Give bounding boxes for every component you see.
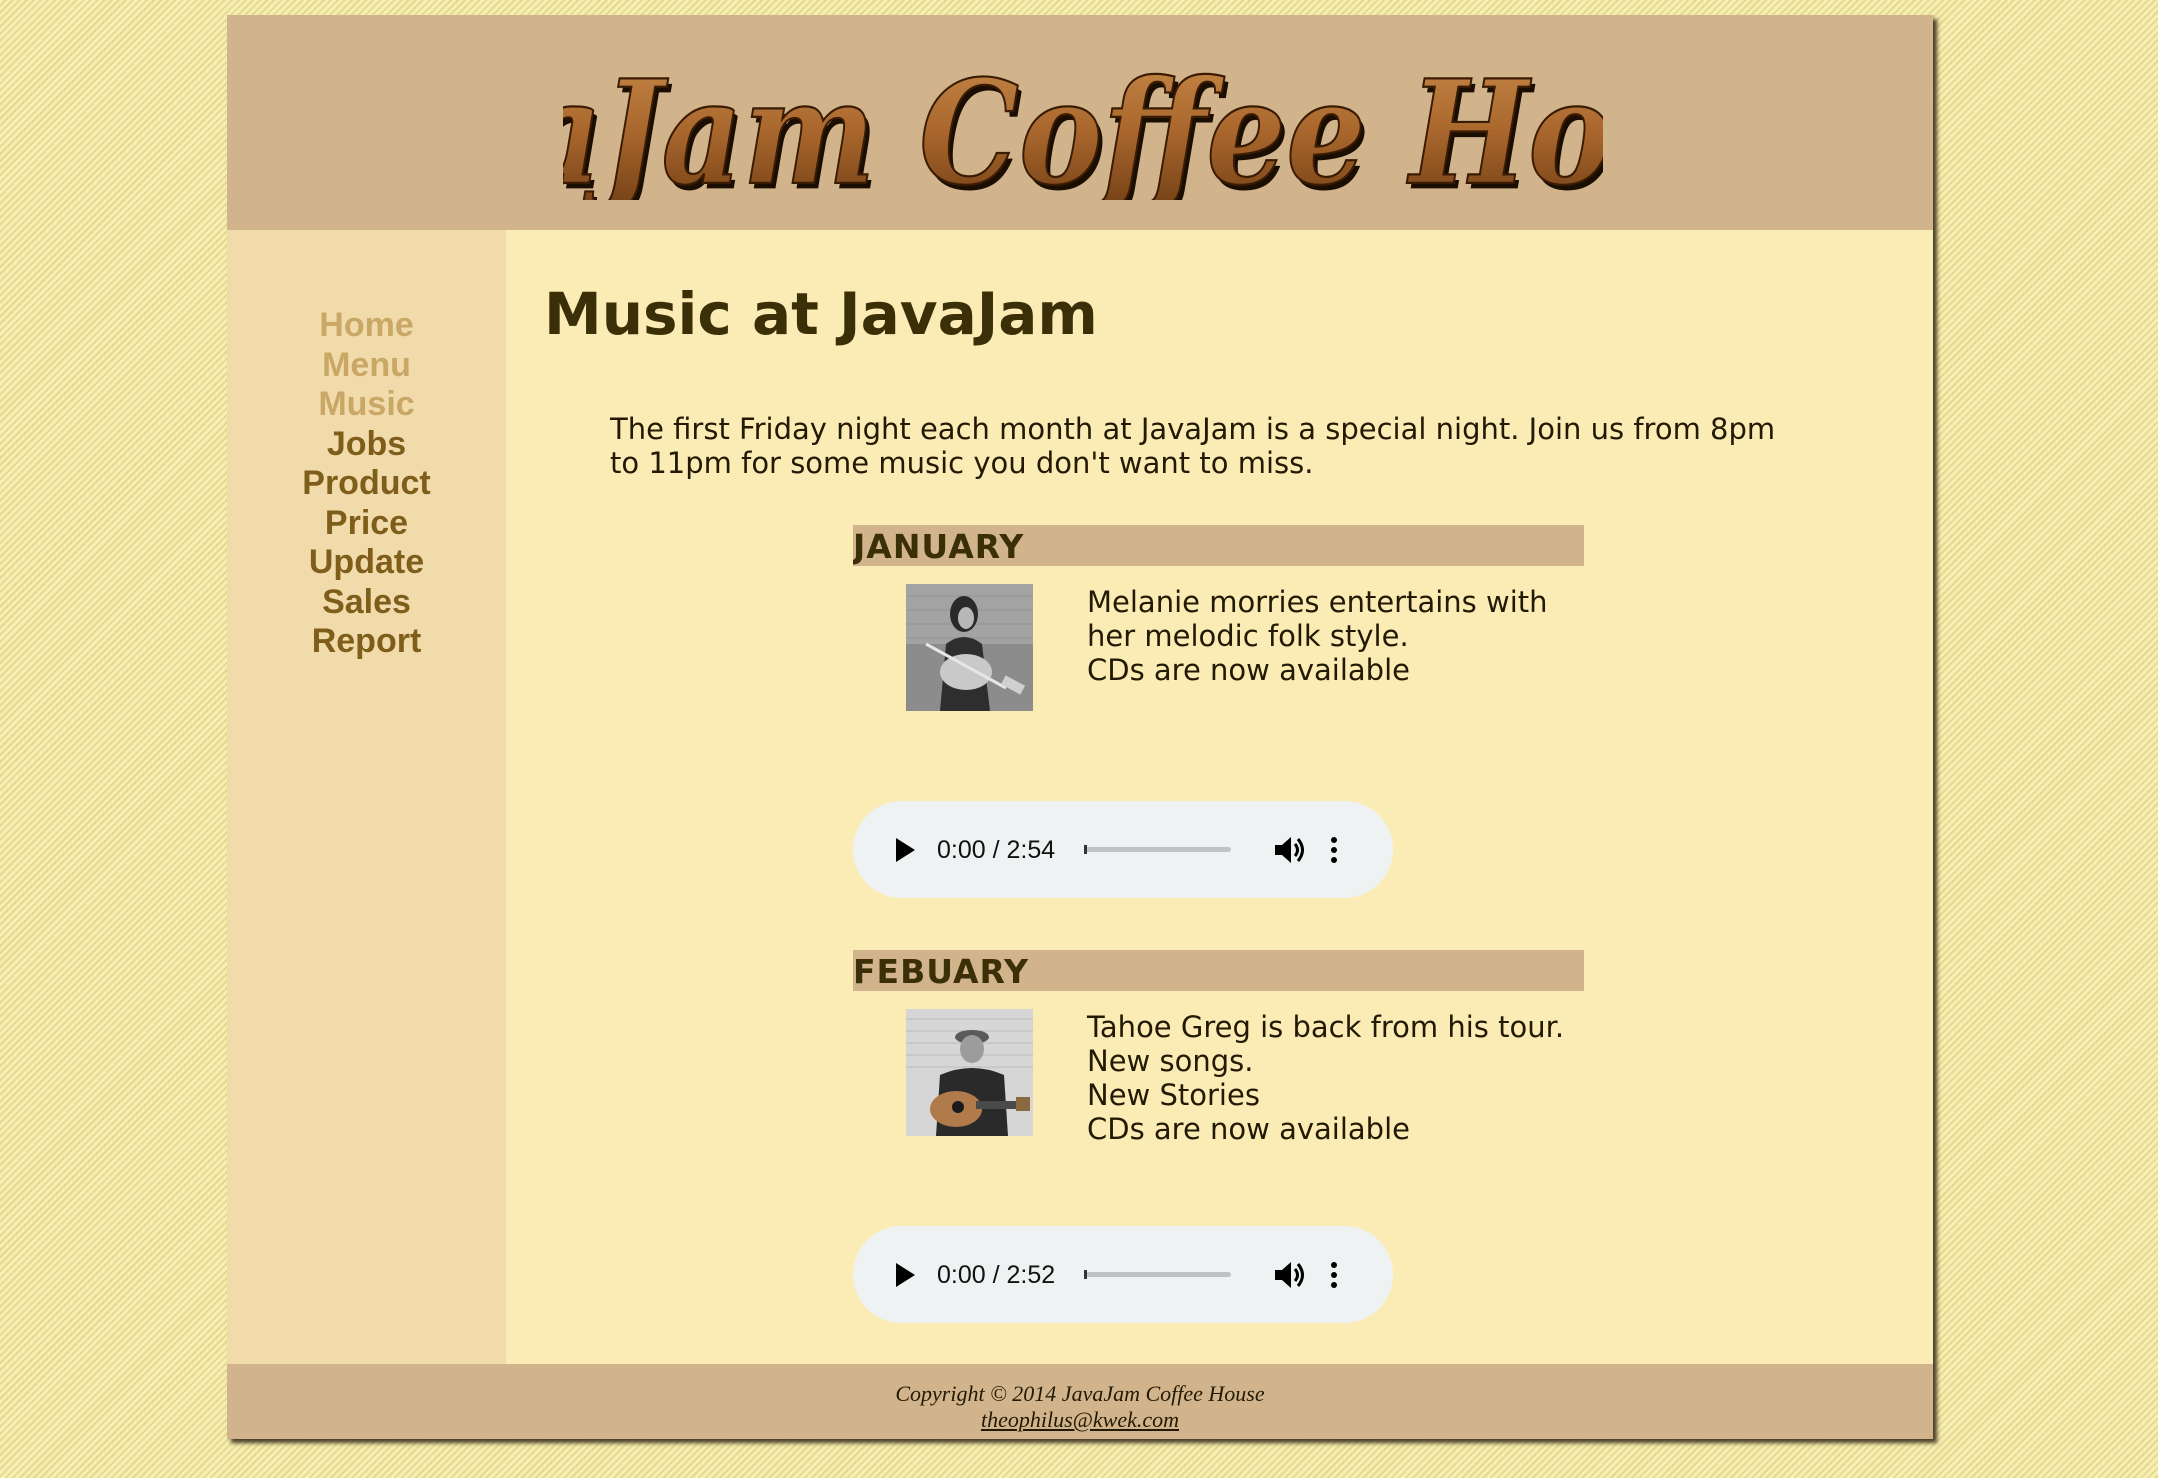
event-line: New songs. — [1087, 1044, 1254, 1078]
seek-thumb[interactable] — [1084, 1270, 1087, 1279]
event-line: New Stories — [1087, 1078, 1260, 1112]
seek-slider[interactable] — [1084, 1270, 1231, 1279]
event-line: Melanie morries entertains with — [1087, 585, 1548, 619]
more-options-icon[interactable] — [1329, 1260, 1339, 1290]
nav-list: Home Menu Music Jobs Product Price Updat… — [227, 230, 506, 662]
main-content: Music at JavaJam The first Friday night … — [506, 230, 1933, 1364]
audio-time: 0:00 / 2:52 — [937, 1261, 1056, 1289]
guitarist-photo-icon — [906, 584, 1033, 711]
play-icon[interactable] — [893, 1262, 917, 1288]
audio-player-febuary[interactable]: 0:00 / 2:52 — [853, 1226, 1393, 1323]
nav-link-report[interactable]: Report — [227, 622, 506, 662]
nav-link-price[interactable]: Price — [227, 504, 506, 544]
intro-paragraph: The first Friday night each month at Jav… — [610, 412, 1776, 480]
seek-thumb[interactable] — [1084, 845, 1087, 854]
month-heading-febuary: FEBUARY — [853, 950, 1584, 991]
audio-time: 0:00 / 2:54 — [937, 836, 1056, 864]
event-line: CDs are now available — [1087, 1112, 1410, 1146]
nav-link-music[interactable]: Music — [227, 385, 506, 425]
event-line: Tahoe Greg is back from his tour. — [1087, 1010, 1565, 1044]
site-logo: JavaJam Coffee House JavaJam Coffee Hous… — [563, 48, 1603, 200]
month-heading-january: JANUARY — [853, 525, 1584, 566]
seek-slider[interactable] — [1084, 845, 1231, 854]
footer-email: theophilus@kwek.com — [227, 1407, 1933, 1433]
nav-link-sales[interactable]: Sales — [227, 583, 506, 623]
copyright-text: Copyright © 2014 JavaJam Coffee House — [895, 1381, 1265, 1406]
site-header: JavaJam Coffee House JavaJam Coffee Hous… — [227, 15, 1933, 230]
nav-link-product[interactable]: Product — [227, 464, 506, 504]
guitarist-photo-icon — [906, 1009, 1033, 1136]
event-line: her melodic folk style. — [1087, 619, 1409, 653]
volume-icon[interactable] — [1273, 834, 1307, 866]
nav-link-jobs[interactable]: Jobs — [227, 425, 506, 465]
page-title: Music at JavaJam — [544, 280, 1098, 348]
nav-link-home[interactable]: Home — [227, 306, 506, 346]
volume-icon[interactable] — [1273, 1259, 1307, 1291]
site-footer: Copyright © 2014 JavaJam Coffee House th… — [227, 1364, 1933, 1439]
performer-photo-melanie — [906, 584, 1033, 711]
event-description-febuary: Tahoe Greg is back from his tour. New so… — [1087, 1010, 1647, 1146]
nav-link-menu[interactable]: Menu — [227, 346, 506, 386]
audio-player-january[interactable]: 0:00 / 2:54 — [853, 801, 1393, 898]
page-wrapper: JavaJam Coffee House JavaJam Coffee Hous… — [227, 15, 1933, 1439]
side-navigation: Home Menu Music Jobs Product Price Updat… — [227, 230, 506, 1364]
svg-text:JavaJam Coffee House: JavaJam Coffee House — [563, 49, 1603, 200]
play-icon[interactable] — [893, 837, 917, 863]
more-options-icon[interactable] — [1329, 835, 1339, 865]
email-link[interactable]: theophilus@kwek.com — [981, 1407, 1179, 1432]
nav-link-update[interactable]: Update — [227, 543, 506, 583]
event-description-january: Melanie morries entertains with her melo… — [1087, 585, 1647, 687]
event-line: CDs are now available — [1087, 653, 1410, 687]
performer-photo-tahoe-greg — [906, 1009, 1033, 1136]
